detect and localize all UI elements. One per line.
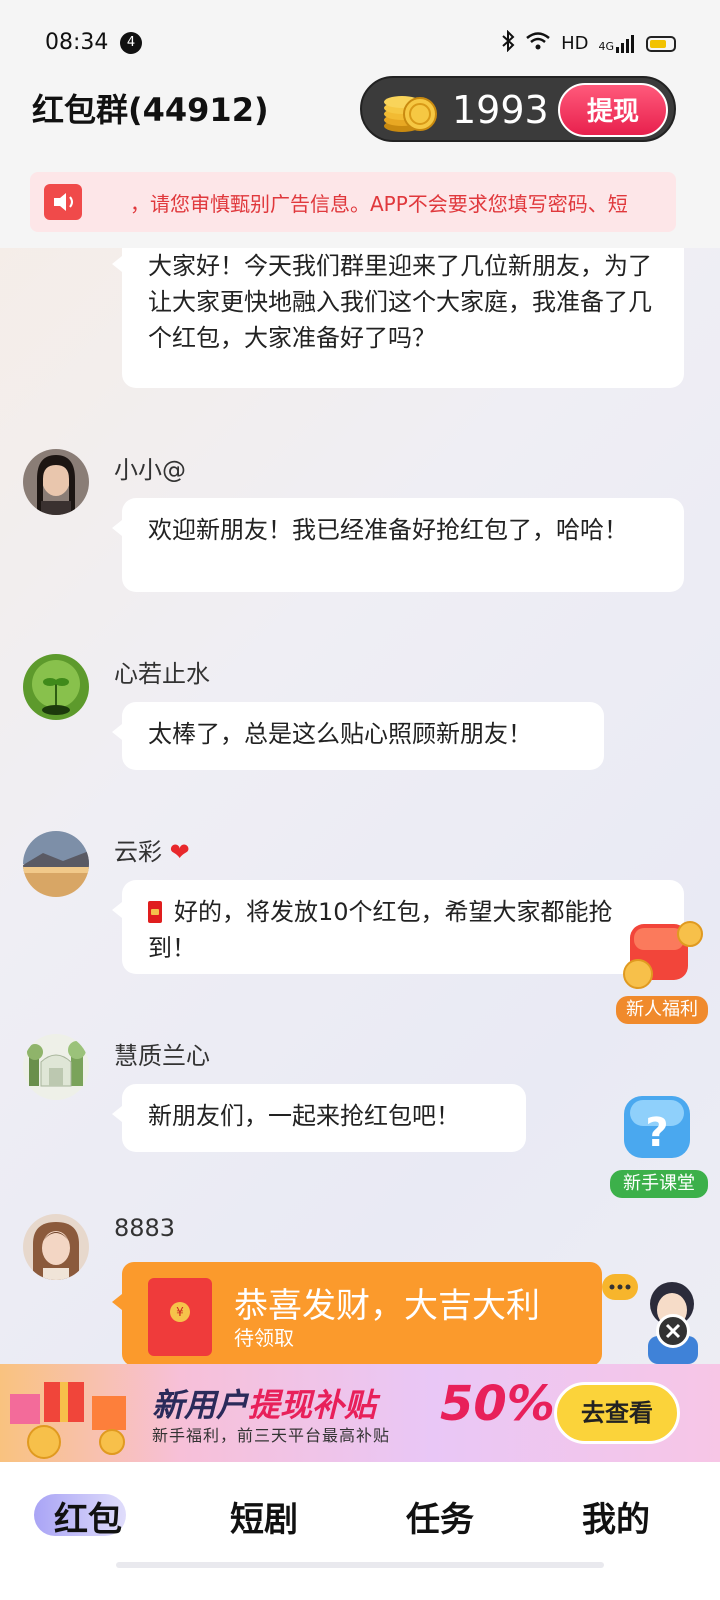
gold-coins-icon — [380, 84, 440, 136]
nav-item-shortdrama[interactable]: 短剧 — [204, 1492, 324, 1541]
wifi-icon — [525, 31, 551, 56]
banner-title-part2: 提现补贴 — [248, 1386, 377, 1424]
red-gift-icon — [623, 921, 703, 989]
sender-name: 心若止水 — [114, 660, 210, 688]
customer-service-widget[interactable] — [600, 1270, 712, 1364]
sender-name: 小小@ — [114, 456, 186, 484]
withdraw-button[interactable]: 提现 — [558, 83, 668, 137]
red-packet-title: 恭喜发财，大吉大利 — [234, 1286, 540, 1326]
message-bubble: 欢迎新朋友！我已经准备好抢红包了，哈哈！ — [112, 498, 684, 592]
group-title: 红包群(44912) — [32, 91, 269, 129]
tutorial-widget[interactable]: ? 新手课堂 — [610, 1092, 708, 1202]
newbie-welfare-label: 新人福利 — [616, 996, 708, 1024]
nav-item-redpacket[interactable]: 红包 — [28, 1492, 148, 1541]
avatar[interactable] — [23, 654, 89, 720]
avatar[interactable] — [23, 449, 89, 515]
red-envelope-icon — [148, 1278, 212, 1356]
coin-balance: 1993 — [452, 88, 549, 132]
banner-title: 新用户提现补贴 — [152, 1380, 376, 1426]
avatar[interactable] — [23, 1214, 89, 1280]
bottom-nav: 红包 短剧 任务 我的 — [0, 1462, 720, 1600]
banner-percent: 50% — [440, 1376, 555, 1432]
banner-subtitle: 新手福利，前三天平台最高补贴 — [152, 1426, 391, 1445]
signal-type: 4G — [598, 39, 614, 53]
notice-bar: ，请您审慎甄别广告信息。APP不会要求您填写密码、短 — [30, 172, 676, 232]
avatar[interactable] — [23, 1034, 89, 1100]
svg-text:?: ? — [645, 1110, 668, 1156]
bluetooth-icon — [501, 29, 515, 57]
avatar[interactable] — [23, 831, 89, 897]
header: 红包群(44912) 1993 提现 ，请您审慎甄别广告信息。APP不会要求您填… — [0, 76, 720, 248]
message-text: 好的，将发放10个红包，希望大家都能抢到！ — [148, 898, 613, 962]
message-bubble: 新朋友们，一起来抢红包吧！ — [112, 1084, 526, 1152]
status-bar: 08:34 4 HD 4G — [0, 0, 720, 84]
message-bubble: 好的，将发放10个红包，希望大家都能抢到！ — [112, 880, 684, 974]
gift-boxes-icon — [10, 1382, 126, 1459]
red-packet-card[interactable]: 恭喜发财，大吉大利 待领取 — [112, 1262, 602, 1364]
tutorial-label: 新手课堂 — [610, 1170, 708, 1198]
sender-name: 8883 — [114, 1214, 176, 1242]
home-indicator — [116, 1562, 604, 1568]
customer-service-icon — [602, 1274, 698, 1364]
close-icon — [665, 1323, 681, 1339]
system-icons: HD 4G — [501, 29, 676, 57]
message-bubble: 太棒了，总是这么贴心照顾新朋友！ — [112, 702, 604, 770]
question-icon: ? — [624, 1096, 690, 1158]
promo-banner[interactable]: 新用户提现补贴 50% 新手福利，前三天平台最高补贴 去查看 — [0, 1364, 720, 1462]
notice-text: ，请您审慎甄别广告信息。APP不会要求您填写密码、短 — [130, 192, 628, 216]
message-bubble: 大家好！今天我们群里迎来了几位新朋友，为了让大家更快地融入我们这个大家庭，我准备… — [112, 248, 684, 388]
sender-name: 慧质兰心 — [114, 1042, 210, 1070]
red-envelope-icon — [148, 901, 162, 923]
sender-name: 云彩 ❤ — [114, 832, 190, 867]
nav-item-tasks[interactable]: 任务 — [380, 1492, 500, 1541]
banner-title-part1: 新用户 — [152, 1386, 249, 1424]
close-button[interactable] — [656, 1314, 690, 1348]
status-time: 08:34 — [45, 30, 109, 55]
heart-icon: ❤ — [169, 838, 190, 866]
battery-icon — [646, 35, 676, 52]
signal-icon: 4G — [598, 34, 636, 53]
newbie-welfare-widget[interactable]: 新人福利 — [616, 916, 708, 1026]
notification-badge: 4 — [120, 32, 142, 54]
red-packet-status: 待领取 — [234, 1326, 294, 1350]
chat-area[interactable]: 大家好！今天我们群里迎来了几位新朋友，为了让大家更快地融入我们这个大家庭，我准备… — [0, 248, 720, 1364]
sender-name-text: 云彩 — [114, 838, 162, 866]
banner-view-button[interactable]: 去查看 — [554, 1382, 680, 1444]
hd-label: HD — [561, 33, 589, 54]
speaker-icon — [44, 184, 82, 220]
coin-balance-pill[interactable]: 1993 提现 — [360, 76, 676, 142]
nav-item-mine[interactable]: 我的 — [556, 1492, 676, 1541]
